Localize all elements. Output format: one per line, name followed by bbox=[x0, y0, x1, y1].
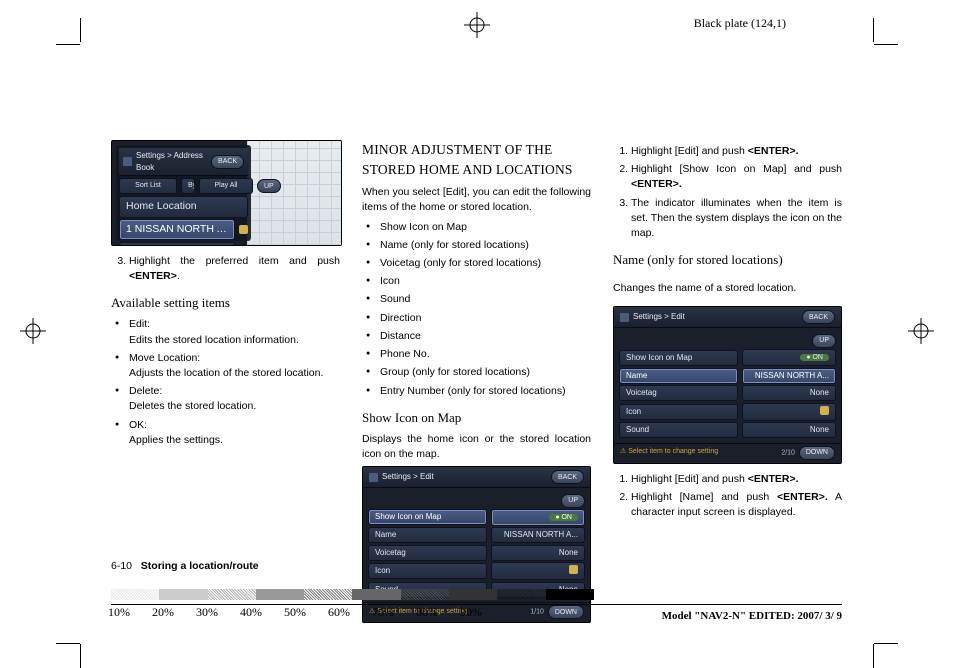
crop-mark bbox=[56, 44, 80, 45]
list-item: Icon bbox=[380, 274, 591, 289]
book-icon bbox=[369, 473, 378, 482]
registration-mark bbox=[908, 318, 934, 344]
registration-mark bbox=[20, 318, 46, 344]
footer-hint: ⚠ Select item to change setting bbox=[620, 448, 718, 457]
setting-value: NISSAN NORTH A... bbox=[491, 527, 585, 543]
up-button: UP bbox=[257, 179, 281, 193]
setting-value: None bbox=[491, 545, 585, 561]
list-item: Highlight [Name] and push <ENTER>. A cha… bbox=[631, 490, 842, 520]
book-icon bbox=[123, 157, 132, 166]
manual-page: Black plate (124,1) Settings > Address B… bbox=[0, 0, 954, 660]
map-background bbox=[247, 141, 341, 245]
setting-key: Voicetag bbox=[368, 545, 487, 561]
crop-mark bbox=[873, 644, 874, 668]
list-item: Highlight [Edit] and push <ENTER>. bbox=[631, 144, 842, 159]
bullet-list: Show Icon on Map Name (only for stored lo… bbox=[362, 220, 591, 399]
list-item: OK:Applies the settings. bbox=[129, 418, 340, 448]
list-item: Name (only for stored locations) bbox=[380, 238, 591, 253]
setting-key: Show Icon on Map bbox=[619, 350, 738, 366]
play-all-btn: Play All bbox=[199, 178, 253, 194]
list-item: Show Icon on Map bbox=[380, 220, 591, 235]
screenshot-edit-2: Settings > Edit BACK UP Show Icon on Map… bbox=[613, 306, 842, 463]
back-button: BACK bbox=[211, 155, 244, 169]
heading-available: Available setting items bbox=[111, 294, 340, 313]
list-row: 1 NISSAN NORTH AMERICA (G bbox=[119, 219, 235, 240]
crop-mark bbox=[874, 643, 898, 644]
name-desc: Changes the name of a stored location. bbox=[613, 281, 842, 296]
list-item: Delete:Deletes the stored location. bbox=[129, 384, 340, 414]
back-button: BACK bbox=[551, 470, 584, 484]
setting-value: None bbox=[742, 385, 836, 401]
model-line: Model "NAV2-N" EDITED: 2007/ 3/ 9 bbox=[111, 604, 842, 622]
step-list: Highlight [Edit] and push <ENTER>. Highli… bbox=[613, 472, 842, 521]
page-counter: 2/10 bbox=[781, 449, 795, 456]
setting-key: Show Icon on Map bbox=[368, 509, 487, 525]
column-3: Highlight [Edit] and push <ENTER>. Highli… bbox=[613, 140, 842, 552]
breadcrumb: Settings > Edit bbox=[633, 312, 685, 322]
list-item: Entry Number (only for stored locations) bbox=[380, 384, 591, 399]
down-button: DOWN bbox=[799, 446, 835, 460]
bullet-list: Edit:Edits the stored location informati… bbox=[111, 317, 340, 448]
density-bar bbox=[111, 589, 594, 600]
setting-key: Icon bbox=[619, 404, 738, 420]
back-button: BACK bbox=[802, 310, 835, 324]
crop-mark bbox=[874, 44, 898, 45]
setting-key: Sound bbox=[619, 422, 738, 438]
pin-icon bbox=[239, 225, 248, 234]
list-item: Direction bbox=[380, 311, 591, 326]
registration-mark bbox=[464, 12, 490, 38]
up-button: UP bbox=[812, 334, 836, 348]
crop-mark bbox=[80, 644, 81, 668]
setting-value: ● ON bbox=[491, 509, 585, 526]
breadcrumb: Settings > Address Book bbox=[136, 150, 203, 173]
list-item: The indicator illuminates when the item … bbox=[631, 196, 842, 242]
setting-value bbox=[742, 403, 836, 421]
heading-show-icon: Show Icon on Map bbox=[362, 409, 591, 428]
heading-name: Name (only for stored locations) bbox=[613, 251, 842, 270]
list-item: Phone No. bbox=[380, 347, 591, 362]
breadcrumb: Settings > Edit bbox=[382, 472, 434, 482]
setting-value: ● ON bbox=[742, 349, 836, 366]
content-columns: Settings > Address Book BACK Sort List B… bbox=[111, 140, 842, 552]
heading-minor-adjustment: MINOR ADJUSTMENT OF THE STORED HOME AND … bbox=[362, 140, 591, 179]
list-item: Group (only for stored locations) bbox=[380, 365, 591, 380]
book-icon bbox=[620, 313, 629, 322]
sort-list-btn: Sort List bbox=[119, 178, 177, 194]
list-item: Highlight the preferred item and push <E… bbox=[129, 254, 340, 284]
screenshot-address-book: Settings > Address Book BACK Sort List B… bbox=[111, 140, 342, 246]
intro-paragraph: When you select [Edit], you can edit the… bbox=[362, 185, 591, 215]
list-item: Highlight [Edit] and push <ENTER>. bbox=[631, 472, 842, 487]
crop-mark bbox=[56, 643, 80, 644]
column-1: Settings > Address Book BACK Sort List B… bbox=[111, 140, 340, 552]
list-item: Edit:Edits the stored location informati… bbox=[129, 317, 340, 347]
list-row: Home Location bbox=[119, 196, 248, 217]
list-item: Voicetag (only for stored locations) bbox=[380, 256, 591, 271]
crop-mark bbox=[873, 18, 874, 42]
by-number-btn: By Number bbox=[181, 178, 195, 194]
step-list: Highlight [Edit] and push <ENTER>. Highli… bbox=[613, 144, 842, 241]
list-item: Highlight [Show Icon on Map] and push <E… bbox=[631, 162, 842, 192]
setting-value: None bbox=[742, 422, 836, 438]
setting-key: Voicetag bbox=[619, 385, 738, 401]
setting-key: Name bbox=[368, 527, 487, 543]
list-item: Move Location:Adjusts the location of th… bbox=[129, 351, 340, 381]
list-row: 2 Granma's house bbox=[119, 242, 235, 246]
plate-id: Black plate (124,1) bbox=[694, 16, 786, 31]
column-2: MINOR ADJUSTMENT OF THE STORED HOME AND … bbox=[362, 140, 591, 552]
page-footer: 6-10 Storing a location/route bbox=[111, 560, 842, 572]
crop-mark bbox=[80, 18, 81, 42]
list-item: Sound bbox=[380, 292, 591, 307]
step-list: Highlight the preferred item and push <E… bbox=[111, 254, 340, 284]
setting-key: Name bbox=[619, 368, 738, 384]
list-item: Distance bbox=[380, 329, 591, 344]
setting-value: NISSAN NORTH A... bbox=[742, 368, 836, 384]
show-icon-desc: Displays the home icon or the stored loc… bbox=[362, 432, 591, 462]
up-button: UP bbox=[561, 494, 585, 508]
